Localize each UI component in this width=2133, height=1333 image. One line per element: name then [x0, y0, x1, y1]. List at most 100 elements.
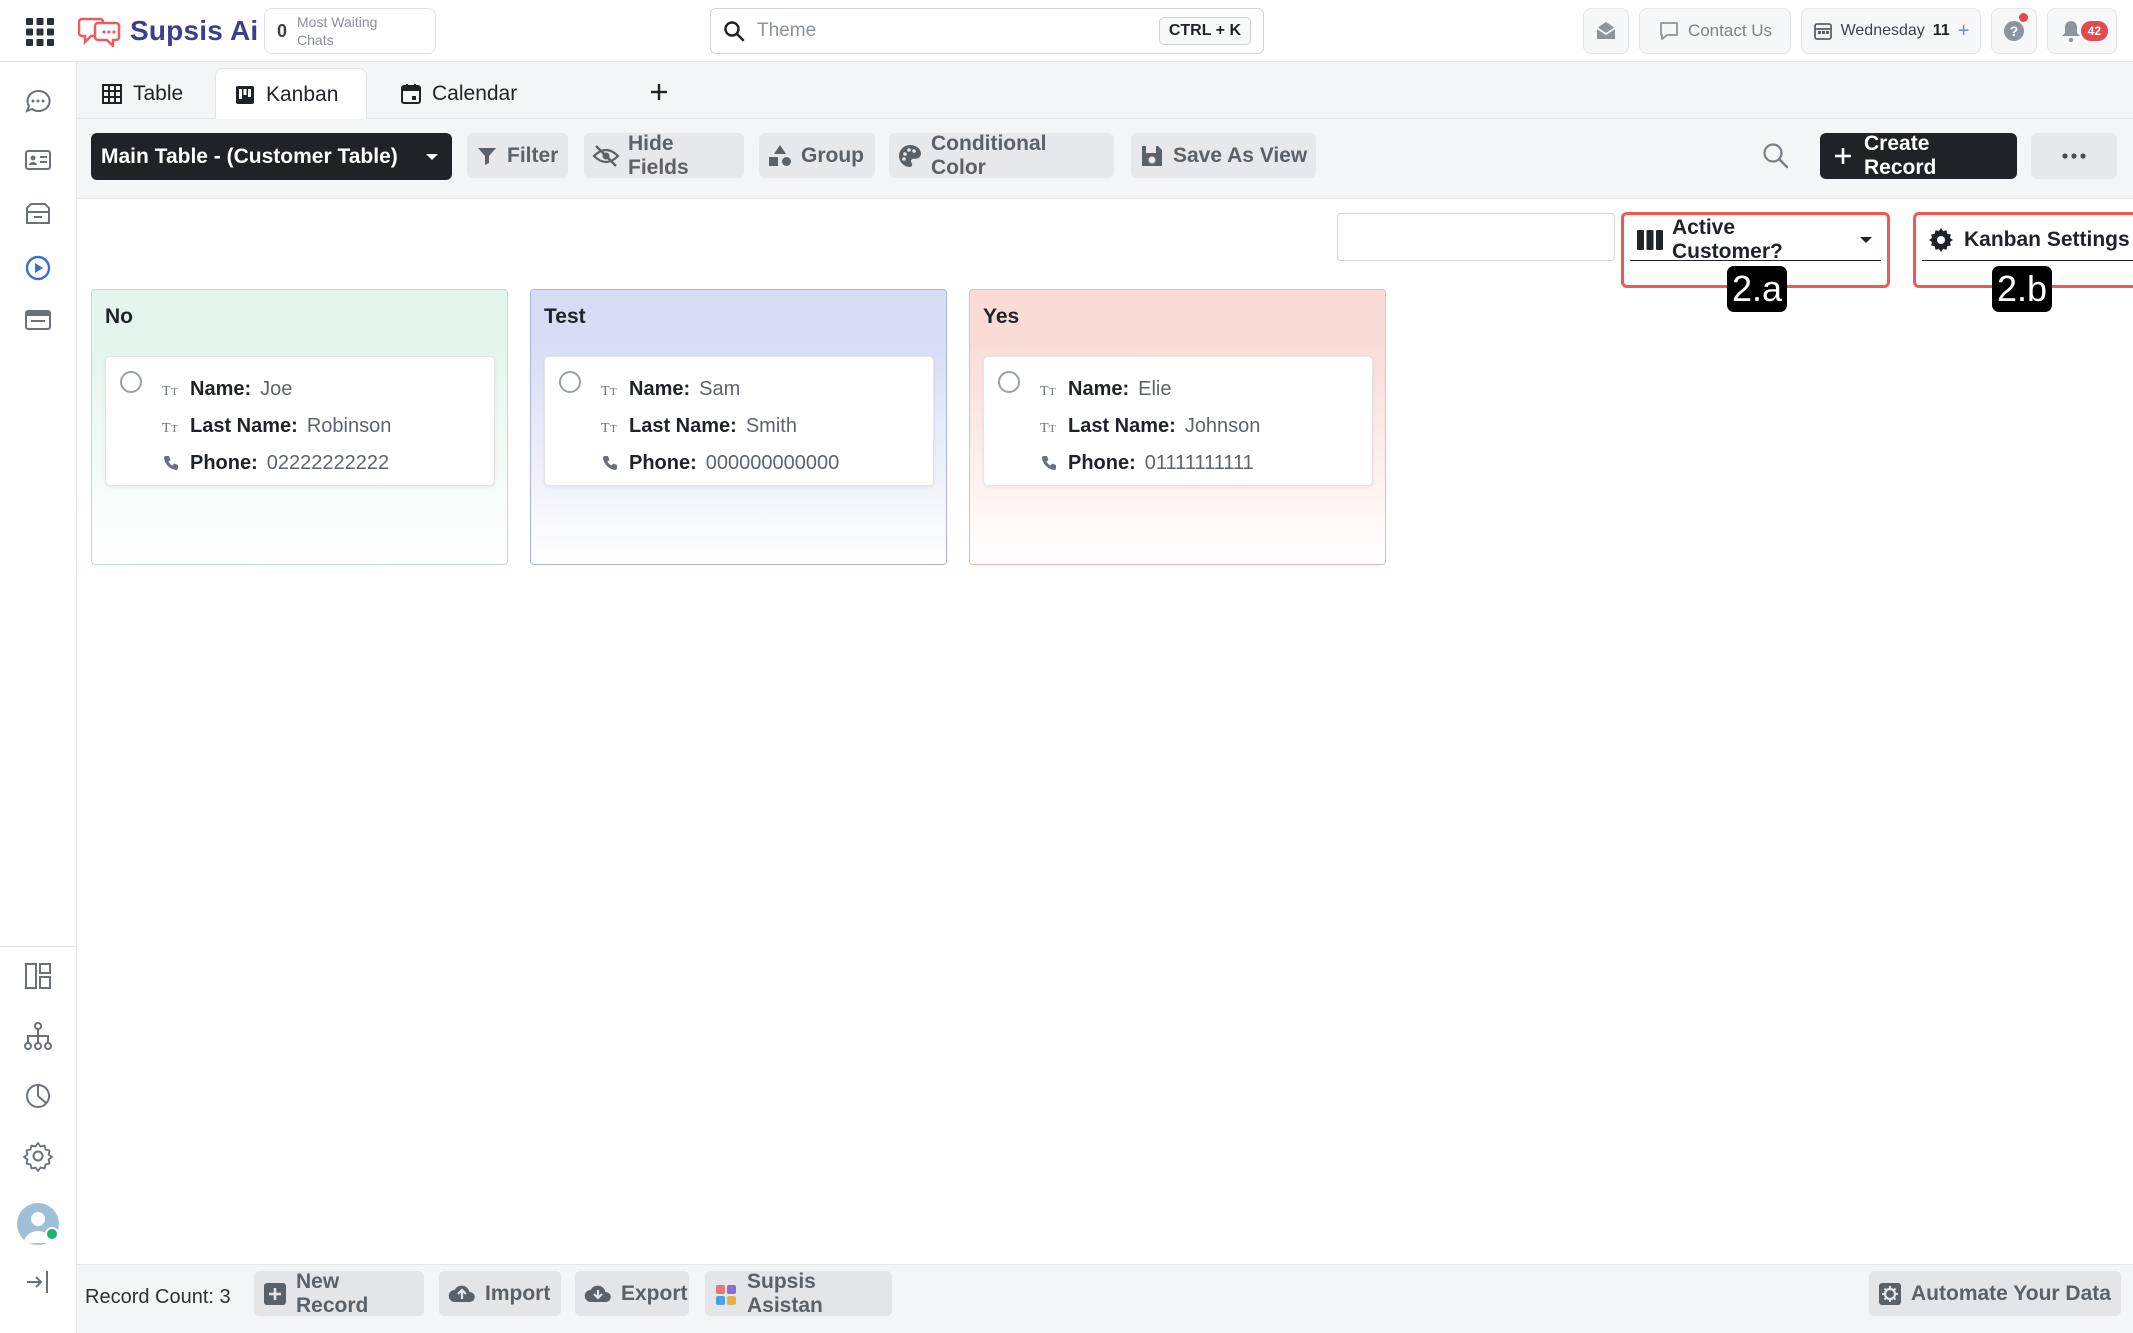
tab-kanban-label: Kanban [266, 82, 339, 106]
card-field-last-name: TT Last Name: Smith [601, 412, 797, 440]
tab-table-label: Table [133, 81, 184, 105]
sidebar-divider [0, 946, 77, 947]
svg-text:?: ? [2010, 23, 2019, 39]
online-status-dot [45, 1227, 59, 1241]
view-tabs: Table Kanban Calendar [77, 62, 2133, 120]
contact-us-button[interactable]: Contact Us [1639, 8, 1791, 54]
new-record-button[interactable]: New Record [254, 1270, 424, 1317]
group-by-field-label: Active Customer? [1672, 215, 1783, 263]
export-button[interactable]: Export [575, 1271, 689, 1316]
table-icon [101, 83, 123, 105]
import-label: Import [485, 1281, 551, 1305]
import-button[interactable]: Import [439, 1271, 561, 1316]
plus-icon [1832, 145, 1854, 167]
collapse-sidebar-icon[interactable] [22, 1266, 54, 1298]
date-widget[interactable]: Wednesday 11 + [1801, 8, 1981, 54]
kanban-card[interactable]: TT Name: Elie TT Last Name: Johnson Phon… [983, 356, 1373, 486]
group-by-field-select[interactable]: Active Customer? [1630, 215, 1881, 263]
global-search[interactable]: Theme CTRL + K [710, 8, 1264, 54]
settings-gear-icon[interactable] [22, 1140, 54, 1172]
help-icon: ? [2002, 19, 2026, 43]
eye-slash-icon [592, 144, 620, 168]
help-alert-dot [2019, 13, 2028, 22]
table-selector-dropdown[interactable]: Main Table - (Customer Table) [91, 133, 452, 180]
ellipsis-icon [2061, 152, 2087, 160]
annotation-marker-2b: 2.b [1992, 266, 2052, 312]
add-view-plus-icon[interactable] [643, 76, 675, 108]
record-search-icon[interactable] [1761, 141, 1791, 171]
kanban-card[interactable]: TT Name: Joe TT Last Name: Robinson Phon… [105, 356, 495, 486]
field-value: Joe [260, 377, 293, 400]
tab-kanban[interactable]: Kanban [215, 68, 367, 120]
create-record-button[interactable]: Create Record [1820, 132, 2017, 179]
contacts-card-icon[interactable] [22, 144, 54, 176]
text-type-icon: TT [601, 381, 627, 397]
group-button[interactable]: Group [759, 133, 875, 178]
field-value: 000000000000 [705, 451, 840, 474]
inbox-button[interactable] [1583, 8, 1629, 54]
field-label: Name: [1068, 377, 1130, 400]
tab-calendar-label: Calendar [432, 81, 518, 105]
svg-text:T: T [1040, 384, 1049, 397]
most-waiting-chats[interactable]: 0 Most Waiting Chats [264, 8, 436, 54]
automate-data-button[interactable]: Automate Your Data [1869, 1271, 2121, 1316]
save-as-view-button[interactable]: Save As View [1131, 133, 1316, 178]
create-record-label: Create Record [1864, 132, 1937, 179]
card-select-radio[interactable] [120, 371, 142, 393]
field-label: Name: [190, 377, 252, 400]
plus-square-icon [262, 1281, 288, 1307]
apps-grid-icon[interactable] [24, 16, 56, 48]
top-right-actions: Contact Us Wednesday 11 + ? 42 [1583, 8, 2117, 54]
more-options-button[interactable] [2031, 133, 2117, 179]
tab-calendar[interactable]: Calendar [382, 68, 535, 119]
field-label: Last Name: [190, 414, 298, 437]
notifications-button[interactable]: 42 [2047, 8, 2117, 54]
annotation-marker-2a: 2.a [1727, 266, 1787, 312]
field-value: 01111111111 [1144, 451, 1254, 474]
window-panel-icon[interactable] [22, 304, 54, 336]
play-circle-icon[interactable] [22, 252, 54, 284]
svg-text:T: T [601, 421, 610, 434]
automation-gear-icon [1877, 1281, 1903, 1307]
analytics-pie-icon[interactable] [22, 1080, 54, 1112]
archive-box-icon[interactable] [22, 198, 54, 230]
plus-icon[interactable]: + [1958, 20, 1970, 43]
kanban-column-no: No TT Name: Joe TT Last Name: Robinson P… [91, 289, 508, 565]
field-value: Robinson [306, 414, 392, 437]
brand-logo[interactable]: Supsis Ai [78, 12, 258, 50]
chats-icon[interactable] [22, 86, 54, 118]
field-value: Smith [745, 414, 797, 437]
brand-name: Supsis Ai [130, 15, 259, 46]
card-select-radio[interactable] [998, 371, 1020, 393]
kanban-column-test: Test TT Name: Sam TT Last Name: Smith Ph… [530, 289, 947, 565]
assistant-icon [713, 1281, 739, 1307]
record-count: Record Count: 3 [85, 1285, 231, 1308]
kanban-settings-button[interactable]: Kanban Settings [1922, 219, 2133, 261]
filter-label: Filter [507, 143, 559, 167]
contact-us-label: Contact Us [1687, 21, 1773, 40]
phone-icon [162, 454, 188, 472]
kanban-filter-input[interactable] [1337, 213, 1615, 261]
supsis-assistant-button[interactable]: Supsis Asistan [705, 1270, 892, 1317]
text-type-icon: TT [1040, 381, 1066, 397]
tab-table[interactable]: Table [83, 68, 201, 119]
flow-tree-icon[interactable] [22, 1020, 54, 1052]
filter-button[interactable]: Filter [467, 133, 568, 178]
search-shortcut-badge: CTRL + K [1158, 17, 1251, 45]
svg-text:T: T [610, 423, 617, 434]
card-select-radio[interactable] [559, 371, 581, 393]
chat-bubbles-logo-icon [78, 17, 121, 47]
search-icon [723, 20, 745, 42]
card-field-name: TT Name: Joe [162, 375, 292, 403]
help-button[interactable]: ? [1991, 8, 2037, 54]
svg-text:T: T [1049, 423, 1056, 434]
hide-fields-button[interactable]: Hide Fields [584, 132, 744, 179]
svg-text:T: T [610, 386, 617, 397]
text-type-icon: TT [162, 418, 188, 434]
search-placeholder: Theme [757, 20, 817, 41]
layout-dashboard-icon[interactable] [22, 960, 54, 992]
kanban-card[interactable]: TT Name: Sam TT Last Name: Smith Phone: … [544, 356, 934, 486]
conditional-color-button[interactable]: Conditional Color [889, 131, 1114, 179]
kanban-column-yes: Yes TT Name: Elie TT Last Name: Johnson … [969, 289, 1386, 565]
conditional-color-label: Conditional Color [931, 131, 1047, 179]
